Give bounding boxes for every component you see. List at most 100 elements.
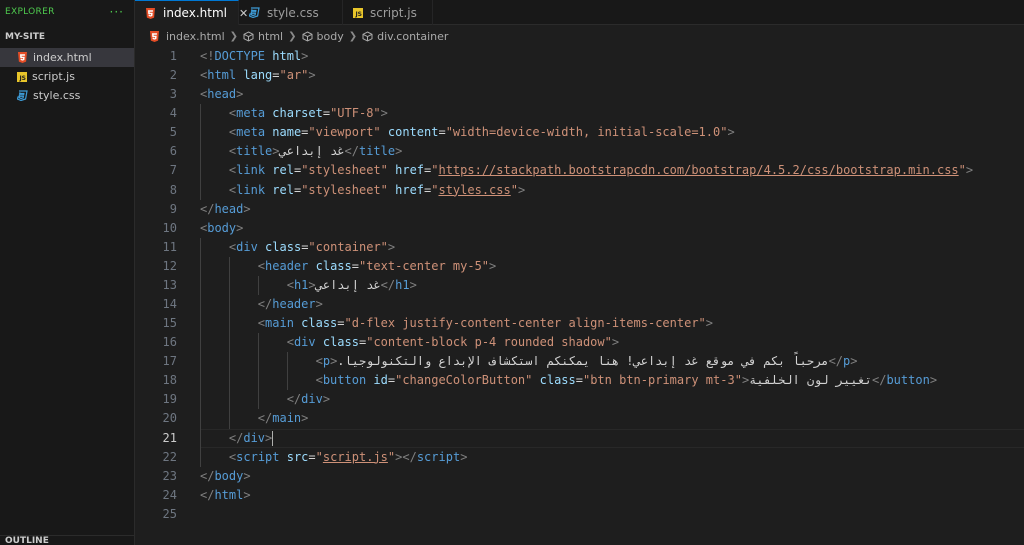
breadcrumb-item-body[interactable]: body bbox=[317, 30, 344, 43]
code-token: </ bbox=[380, 277, 396, 292]
code-token: header bbox=[265, 258, 309, 273]
breadcrumb-item-file[interactable]: index.html bbox=[166, 30, 225, 43]
code-line[interactable]: 16 <div class="content-block p-4 rounded… bbox=[135, 333, 1024, 353]
code-line[interactable]: 3 <head> bbox=[135, 85, 1024, 104]
file-item-script-js[interactable]: JS script.js bbox=[0, 67, 134, 86]
code-line[interactable]: 18 <button id="changeColorButton" class=… bbox=[135, 371, 1024, 391]
more-actions-icon[interactable]: ··· bbox=[110, 5, 124, 19]
code-token: h1 bbox=[293, 277, 309, 292]
code-text: </body> bbox=[200, 467, 251, 486]
code-token: > bbox=[489, 258, 497, 273]
text-cursor bbox=[272, 430, 274, 446]
code-token: > bbox=[236, 220, 244, 235]
html-file-icon bbox=[149, 30, 160, 42]
breadcrumb-item-html[interactable]: html bbox=[258, 30, 283, 43]
code-line[interactable]: 8 <link rel="stylesheet" href="styles.cs… bbox=[135, 180, 1024, 200]
code-token: > bbox=[243, 487, 251, 502]
tab-script-js[interactable]: JS script.js bbox=[343, 0, 433, 25]
code-line[interactable]: 13 <h1>غد إبداعي</h1> bbox=[135, 275, 1024, 296]
code-editor[interactable]: 1 <!DOCTYPE html> 2 <html lang="ar"> 3 <head>… bbox=[135, 47, 1024, 545]
folder-section-my-site[interactable]: MY-SITE bbox=[0, 26, 134, 48]
code-line[interactable]: 15 <main class="d-flex justify-content-c… bbox=[135, 314, 1024, 334]
code-token: ></ bbox=[395, 449, 417, 464]
code-token: main bbox=[272, 411, 302, 426]
js-file-icon: JS bbox=[353, 7, 363, 18]
code-token: < bbox=[315, 373, 323, 388]
code-token: > bbox=[705, 316, 713, 331]
code-line[interactable]: 4 <meta charset="UTF-8"> bbox=[135, 104, 1024, 124]
code-line[interactable]: 14 </header> bbox=[135, 295, 1024, 315]
code-line[interactable]: 21 </div> bbox=[135, 428, 1024, 448]
code-token: rel bbox=[265, 163, 294, 178]
tab-style-css[interactable]: style.css bbox=[239, 0, 343, 25]
element-symbol-icon bbox=[243, 30, 254, 42]
outline-section[interactable]: OUTLINE bbox=[0, 535, 134, 545]
code-token: > bbox=[308, 277, 316, 292]
file-item-index-html[interactable]: index.html bbox=[0, 48, 134, 67]
code-line[interactable]: 6 <title>غد إبداعي</title> bbox=[135, 142, 1024, 162]
code-link[interactable]: https://stackpath.bootstrapcdn.com/boots… bbox=[438, 163, 958, 177]
line-number: 6 bbox=[169, 144, 177, 159]
code-token: "btn btn-primary mt-3" bbox=[582, 373, 742, 388]
line-number: 21 bbox=[162, 430, 177, 445]
tab-index-html[interactable]: index.html ✕ bbox=[135, 0, 248, 25]
code-token: DOCTYPE bbox=[214, 49, 266, 63]
code-line[interactable]: 24 </html> bbox=[135, 486, 1024, 505]
code-token: = bbox=[272, 68, 280, 83]
code-line[interactable]: 9 </head> bbox=[135, 200, 1024, 219]
explorer-title: EXPLORER bbox=[5, 7, 55, 17]
code-line[interactable]: 7 <link rel="stylesheet" href="https://s… bbox=[135, 161, 1024, 181]
code-token: مرحباً بكم في موقع غد إبداعي! هنا يمكنكم… bbox=[337, 354, 829, 369]
code-token: "ar" bbox=[279, 68, 309, 83]
code-line[interactable]: 25 bbox=[135, 505, 1024, 524]
code-token: div bbox=[293, 335, 316, 350]
code-text: <div class="container"> bbox=[200, 238, 395, 257]
line-number: 19 bbox=[162, 392, 177, 407]
breadcrumb-item-div-container[interactable]: div.container bbox=[377, 30, 448, 43]
code-token: div bbox=[243, 430, 266, 445]
code-text: </div> bbox=[200, 429, 274, 448]
file-item-style-css[interactable]: style.css bbox=[0, 86, 134, 105]
code-line[interactable]: 23 </body> bbox=[135, 467, 1024, 486]
code-token: "viewport" bbox=[308, 125, 381, 140]
code-token: > bbox=[409, 277, 417, 292]
code-token: > bbox=[387, 239, 396, 254]
code-line[interactable]: 20 </main> bbox=[135, 409, 1024, 429]
code-line[interactable]: 5 <meta name="viewport" content="width=d… bbox=[135, 123, 1024, 143]
code-text: <p > مرحباً بكم في موقع غد إبداعي! هنا يمك… bbox=[200, 352, 858, 371]
code-line[interactable]: 2 <html lang="ar"> bbox=[135, 66, 1024, 85]
code-text: <meta name="viewport" content="width=dev… bbox=[200, 123, 735, 142]
code-line[interactable]: 17 <p > مرحباً بكم في موقع غد إبداعي! هنا … bbox=[135, 352, 1024, 372]
code-token: main bbox=[265, 316, 294, 331]
code-line[interactable]: 1 <!DOCTYPE html> bbox=[135, 47, 1024, 66]
code-token: > bbox=[236, 87, 244, 102]
code-token: charset bbox=[265, 106, 323, 121]
code-line[interactable]: 11 <div class="container"> bbox=[135, 237, 1024, 257]
code-token: "d-flex justify-content-center align-ite… bbox=[344, 316, 706, 331]
code-token: script bbox=[416, 449, 461, 464]
line-number: 16 bbox=[162, 335, 177, 350]
code-link[interactable]: styles.css bbox=[438, 183, 510, 197]
code-token: < bbox=[286, 277, 294, 292]
code-token: </ bbox=[286, 392, 302, 407]
code-line[interactable]: 19 </div> bbox=[135, 390, 1024, 410]
code-token: class bbox=[257, 239, 302, 254]
code-token: "container" bbox=[308, 239, 388, 254]
code-link[interactable]: script.js bbox=[323, 450, 388, 464]
css-file-icon bbox=[249, 7, 260, 18]
code-token: "text-center my-5" bbox=[358, 258, 490, 273]
code-line[interactable]: 10 <body> bbox=[135, 219, 1024, 238]
chevron-right-icon: ❯ bbox=[288, 30, 297, 42]
code-token: content bbox=[380, 125, 439, 140]
line-number: 3 bbox=[169, 87, 177, 102]
code-token: </ bbox=[200, 468, 215, 483]
code-token: "stylesheet" bbox=[301, 163, 388, 178]
code-line[interactable]: 22 <script src="script.js"></script> bbox=[135, 447, 1024, 467]
code-line[interactable]: 12 <header class="text-center my-5"> bbox=[135, 256, 1024, 276]
current-line-highlight bbox=[200, 428, 1024, 448]
code-token: = bbox=[351, 258, 359, 273]
